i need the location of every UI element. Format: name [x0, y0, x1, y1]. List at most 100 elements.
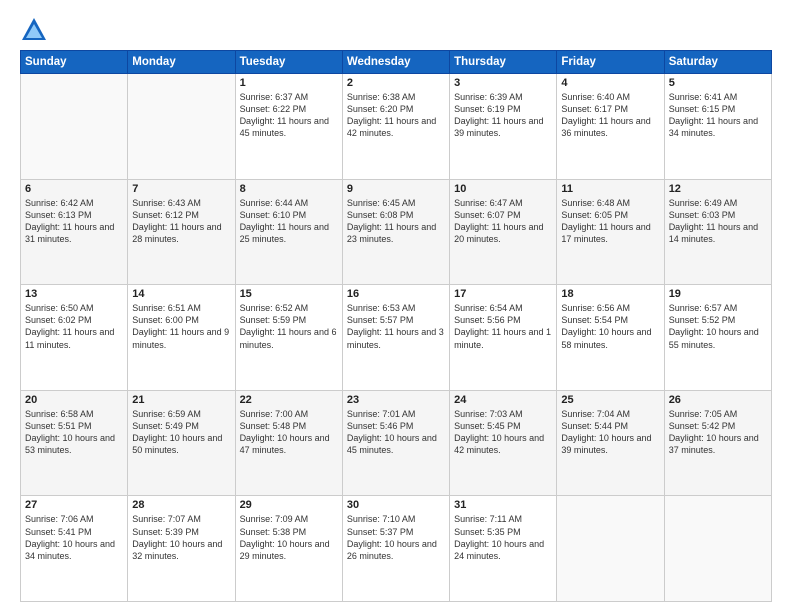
header [20, 16, 772, 44]
day-number: 4 [561, 77, 659, 89]
day-info: Sunrise: 6:57 AMSunset: 5:52 PMDaylight:… [669, 302, 767, 351]
day-header-thursday: Thursday [450, 51, 557, 74]
day-number: 24 [454, 394, 552, 406]
calendar-cell: 11Sunrise: 6:48 AMSunset: 6:05 PMDayligh… [557, 179, 664, 285]
calendar-cell: 1Sunrise: 6:37 AMSunset: 6:22 PMDaylight… [235, 74, 342, 180]
day-info: Sunrise: 7:09 AMSunset: 5:38 PMDaylight:… [240, 513, 338, 562]
calendar-cell: 25 Sunrise: 7:04 AMSunset: 5:44 PMDayligh… [557, 390, 664, 496]
day-header-sunday: Sunday [21, 51, 128, 74]
day-info: Sunrise: 7:01 AMSunset: 5:46 PMDaylight:… [347, 408, 445, 457]
day-number: 7 [132, 183, 230, 195]
day-info: Sunrise: 6:39 AMSunset: 6:19 PMDaylight:… [454, 91, 552, 140]
calendar-cell: 16 Sunrise: 6:53 AMSunset: 5:57 PMDayligh… [342, 285, 449, 391]
calendar-cell: 6 Sunrise: 6:42 AMSunset: 6:13 PMDaylight… [21, 179, 128, 285]
day-number: 6 [25, 183, 123, 195]
day-header-monday: Monday [128, 51, 235, 74]
day-info: Sunrise: 6:59 AMSunset: 5:49 PMDaylight:… [132, 408, 230, 457]
day-info: Sunrise: 6:51 AMSunset: 6:00 PMDaylight:… [132, 302, 230, 351]
calendar-cell: 18 Sunrise: 6:56 AMSunset: 5:54 PMDayligh… [557, 285, 664, 391]
day-number: 18 [561, 288, 659, 300]
day-info: Sunrise: 6:44 AMSunset: 6:10 PMDaylight:… [240, 197, 338, 246]
day-info: Sunrise: 6:45 AMSunset: 6:08 PMDaylight:… [347, 197, 445, 246]
week-row: 1Sunrise: 6:37 AMSunset: 6:22 PMDaylight… [21, 74, 772, 180]
day-number: 16 [347, 288, 445, 300]
day-info: Sunrise: 6:58 AMSunset: 5:51 PMDaylight:… [25, 408, 123, 457]
day-info: Sunrise: 6:40 AMSunset: 6:17 PMDaylight:… [561, 91, 659, 140]
day-info: Sunrise: 7:10 AMSunset: 5:37 PMDaylight:… [347, 513, 445, 562]
header-row: SundayMondayTuesdayWednesdayThursdayFrid… [21, 51, 772, 74]
day-info: Sunrise: 6:52 AMSunset: 5:59 PMDaylight:… [240, 302, 338, 351]
day-info: Sunrise: 6:50 AMSunset: 6:02 PMDaylight:… [25, 302, 123, 351]
calendar-cell: 21 Sunrise: 6:59 AMSunset: 5:49 PMDayligh… [128, 390, 235, 496]
calendar-cell: 5 Sunrise: 6:41 AMSunset: 6:15 PMDaylight… [664, 74, 771, 180]
week-row: 27 Sunrise: 7:06 AMSunset: 5:41 PMDayligh… [21, 496, 772, 602]
calendar-cell: 24 Sunrise: 7:03 AMSunset: 5:45 PMDayligh… [450, 390, 557, 496]
day-info: Sunrise: 7:07 AMSunset: 5:39 PMDaylight:… [132, 513, 230, 562]
week-row: 6 Sunrise: 6:42 AMSunset: 6:13 PMDaylight… [21, 179, 772, 285]
calendar-cell: 8 Sunrise: 6:44 AMSunset: 6:10 PMDaylight… [235, 179, 342, 285]
week-row: 13 Sunrise: 6:50 AMSunset: 6:02 PMDayligh… [21, 285, 772, 391]
calendar-cell: 31 Sunrise: 7:11 AMSunset: 5:35 PMDayligh… [450, 496, 557, 602]
week-row: 20 Sunrise: 6:58 AMSunset: 5:51 PMDayligh… [21, 390, 772, 496]
day-number: 21 [132, 394, 230, 406]
day-info: Sunrise: 6:41 AMSunset: 6:15 PMDaylight:… [669, 91, 767, 140]
day-number: 9 [347, 183, 445, 195]
calendar-cell [664, 496, 771, 602]
calendar-cell: 13 Sunrise: 6:50 AMSunset: 6:02 PMDayligh… [21, 285, 128, 391]
calendar-cell: 29Sunrise: 7:09 AMSunset: 5:38 PMDayligh… [235, 496, 342, 602]
logo-icon [20, 16, 48, 44]
day-number: 17 [454, 288, 552, 300]
day-number: 31 [454, 499, 552, 511]
calendar-cell: 10 Sunrise: 6:47 AMSunset: 6:07 PMDayligh… [450, 179, 557, 285]
day-info: Sunrise: 7:03 AMSunset: 5:45 PMDaylight:… [454, 408, 552, 457]
calendar-cell: 30Sunrise: 7:10 AMSunset: 5:37 PMDayligh… [342, 496, 449, 602]
calendar-cell: 14 Sunrise: 6:51 AMSunset: 6:00 PMDayligh… [128, 285, 235, 391]
day-info: Sunrise: 6:47 AMSunset: 6:07 PMDaylight:… [454, 197, 552, 246]
day-number: 26 [669, 394, 767, 406]
calendar-cell: 15 Sunrise: 6:52 AMSunset: 5:59 PMDayligh… [235, 285, 342, 391]
day-number: 10 [454, 183, 552, 195]
day-number: 25 [561, 394, 659, 406]
day-info: Sunrise: 6:49 AMSunset: 6:03 PMDaylight:… [669, 197, 767, 246]
day-info: Sunrise: 6:53 AMSunset: 5:57 PMDaylight:… [347, 302, 445, 351]
day-info: Sunrise: 7:11 AMSunset: 5:35 PMDaylight:… [454, 513, 552, 562]
day-header-wednesday: Wednesday [342, 51, 449, 74]
day-number: 8 [240, 183, 338, 195]
day-info: Sunrise: 7:05 AMSunset: 5:42 PMDaylight:… [669, 408, 767, 457]
day-info: Sunrise: 6:56 AMSunset: 5:54 PMDaylight:… [561, 302, 659, 351]
calendar-header: SundayMondayTuesdayWednesdayThursdayFrid… [21, 51, 772, 74]
calendar-cell: 27 Sunrise: 7:06 AMSunset: 5:41 PMDayligh… [21, 496, 128, 602]
day-header-friday: Friday [557, 51, 664, 74]
day-number: 2 [347, 77, 445, 89]
calendar-cell: 23Sunrise: 7:01 AMSunset: 5:46 PMDayligh… [342, 390, 449, 496]
day-number: 14 [132, 288, 230, 300]
day-info: Sunrise: 7:06 AMSunset: 5:41 PMDaylight:… [25, 513, 123, 562]
day-info: Sunrise: 7:00 AMSunset: 5:48 PMDaylight:… [240, 408, 338, 457]
logo [20, 16, 50, 44]
day-number: 13 [25, 288, 123, 300]
calendar-cell [128, 74, 235, 180]
day-info: Sunrise: 6:43 AMSunset: 6:12 PMDaylight:… [132, 197, 230, 246]
calendar-cell: 19 Sunrise: 6:57 AMSunset: 5:52 PMDayligh… [664, 285, 771, 391]
day-number: 28 [132, 499, 230, 511]
calendar-cell [557, 496, 664, 602]
day-number: 19 [669, 288, 767, 300]
calendar-cell: 17 Sunrise: 6:54 AMSunset: 5:56 PMDayligh… [450, 285, 557, 391]
day-info: Sunrise: 6:38 AMSunset: 6:20 PMDaylight:… [347, 91, 445, 140]
calendar-cell [21, 74, 128, 180]
calendar-cell: 4 Sunrise: 6:40 AMSunset: 6:17 PMDaylight… [557, 74, 664, 180]
day-number: 1 [240, 77, 338, 89]
day-info: Sunrise: 6:48 AMSunset: 6:05 PMDaylight:… [561, 197, 659, 246]
day-info: Sunrise: 7:04 AMSunset: 5:44 PMDaylight:… [561, 408, 659, 457]
calendar: SundayMondayTuesdayWednesdayThursdayFrid… [20, 50, 772, 602]
calendar-cell: 26 Sunrise: 7:05 AMSunset: 5:42 PMDayligh… [664, 390, 771, 496]
day-number: 15 [240, 288, 338, 300]
day-number: 5 [669, 77, 767, 89]
calendar-cell: 9 Sunrise: 6:45 AMSunset: 6:08 PMDaylight… [342, 179, 449, 285]
day-info: Sunrise: 6:42 AMSunset: 6:13 PMDaylight:… [25, 197, 123, 246]
calendar-cell: 2 Sunrise: 6:38 AMSunset: 6:20 PMDaylight… [342, 74, 449, 180]
day-number: 27 [25, 499, 123, 511]
day-info: Sunrise: 6:54 AMSunset: 5:56 PMDaylight:… [454, 302, 552, 351]
calendar-cell: 7 Sunrise: 6:43 AMSunset: 6:12 PMDaylight… [128, 179, 235, 285]
day-number: 20 [25, 394, 123, 406]
